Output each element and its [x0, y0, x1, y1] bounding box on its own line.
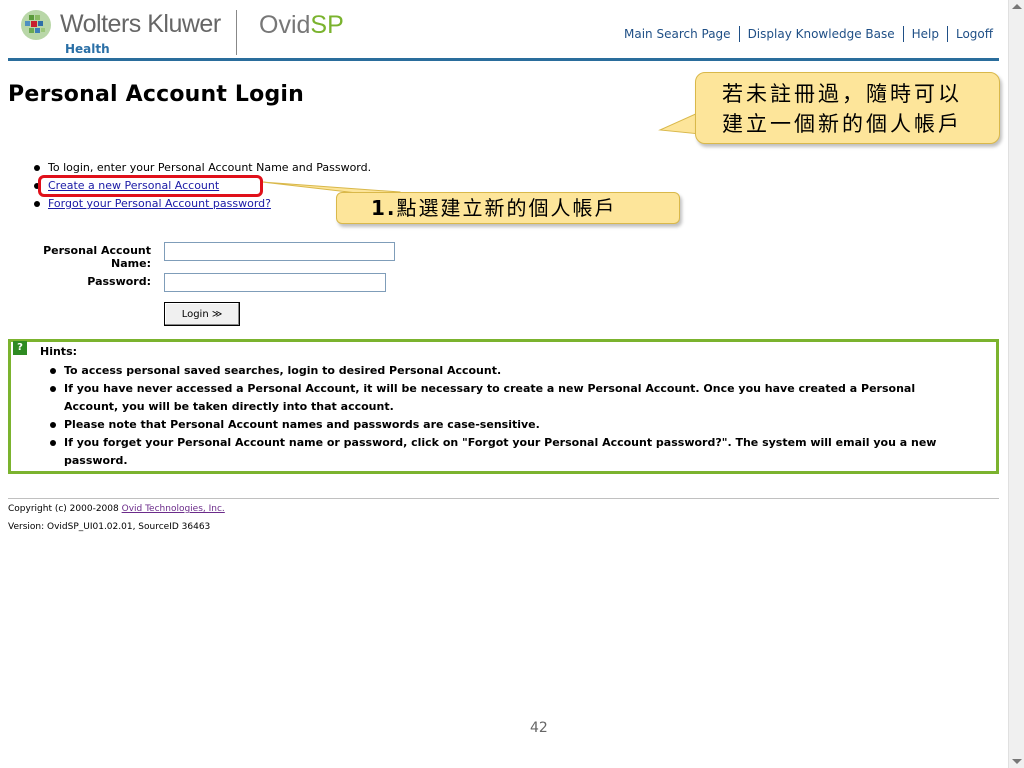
slide-page-number: 42 [530, 720, 548, 736]
scroll-down-arrow-icon[interactable] [1012, 759, 1022, 764]
copyright-text: Copyright (c) 2000-2008 [8, 504, 119, 514]
bullet-icon [50, 368, 56, 374]
step1-callout: 1.點選建立新的個人帳戶 [336, 192, 680, 224]
list-item: Forgot your Personal Account password? [34, 195, 371, 213]
copyright: Copyright (c) 2000-2008 Ovid Technologie… [8, 504, 225, 514]
company-link[interactable]: Ovid Technologies, Inc. [122, 504, 225, 514]
hint-text: Please note that Personal Account names … [64, 418, 540, 431]
hint-text: If you forget your Personal Account name… [64, 436, 937, 467]
bullet-icon [34, 165, 40, 171]
logo-divider [236, 10, 237, 55]
bullet-icon [34, 201, 40, 207]
password-input[interactable] [164, 273, 386, 292]
login-button[interactable]: Login ≫ [164, 302, 240, 326]
list-item: If you have never accessed a Personal Ac… [50, 380, 955, 416]
side-callout-line1: 若未註冊過，隨時可以 [722, 82, 962, 106]
nav-main-search-page[interactable]: Main Search Page [616, 27, 739, 41]
side-callout: 若未註冊過，隨時可以 建立一個新的個人帳戶 [695, 72, 1000, 144]
side-callout-line2: 建立一個新的個人帳戶 [722, 112, 962, 136]
bullet-icon [50, 440, 56, 446]
highlight-box [38, 175, 263, 197]
side-callout-tail [658, 111, 701, 135]
nav-help[interactable]: Help [904, 27, 947, 41]
list-item: To access personal saved searches, login… [50, 362, 955, 380]
page-title: Personal Account Login [8, 82, 305, 107]
bullet-icon [50, 422, 56, 428]
hints-title: Hints: [40, 345, 78, 358]
list-item: If you forget your Personal Account name… [50, 434, 955, 470]
scroll-up-arrow-icon[interactable] [1012, 4, 1022, 9]
header-divider [8, 58, 999, 61]
bullet-icon [50, 386, 56, 392]
password-label: Password: [87, 275, 151, 288]
nav-logoff[interactable]: Logoff [948, 27, 1001, 41]
brand-name: Wolters Kluwer [60, 10, 221, 38]
forgot-password-link[interactable]: Forgot your Personal Account password? [48, 195, 271, 213]
product-name-ovid: Ovid [259, 11, 311, 39]
hint-text: If you have never accessed a Personal Ac… [64, 382, 916, 413]
step1-text: 點選建立新的個人帳戶 [396, 196, 617, 220]
product-name-sp: SP [310, 11, 344, 39]
help-icon: ? [13, 341, 27, 355]
version-text: Version: OvidSP_UI01.02.01, SourceID 364… [8, 522, 211, 532]
brand-subtitle: Health [65, 42, 110, 56]
nav-display-knowledge-base[interactable]: Display Knowledge Base [740, 27, 903, 41]
step-number: 1. [371, 196, 397, 220]
footer-divider [8, 498, 999, 499]
wolters-kluwer-logo-icon [21, 10, 51, 40]
account-name-label: Personal Account Name: [43, 244, 151, 270]
list-item: Please note that Personal Account names … [50, 416, 955, 434]
account-name-input[interactable] [164, 242, 395, 261]
vertical-scrollbar[interactable] [1008, 0, 1024, 768]
hint-text: To access personal saved searches, login… [64, 364, 502, 377]
product-logo: OvidSP [259, 11, 344, 40]
top-navigation: Main Search Page Display Knowledge Base … [616, 26, 1001, 42]
hints-list: To access personal saved searches, login… [50, 362, 955, 470]
